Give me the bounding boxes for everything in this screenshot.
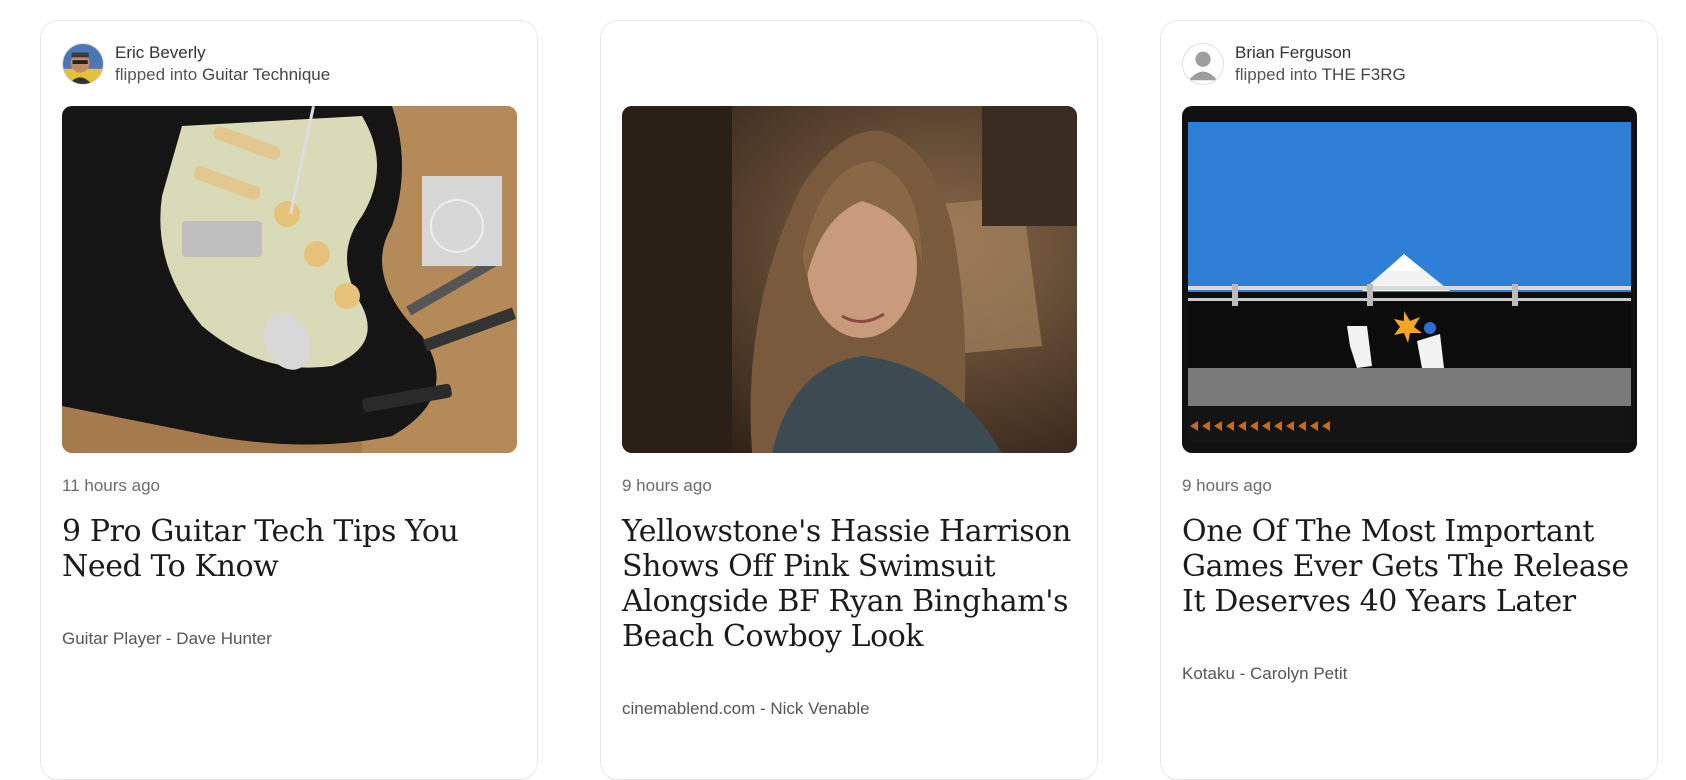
default-user-icon xyxy=(1183,44,1223,84)
user-name[interactable]: Eric Beverly xyxy=(115,42,330,64)
article-title[interactable]: Yellowstone's Hassie Harrison Shows Off … xyxy=(622,514,1077,654)
article-image[interactable] xyxy=(1182,106,1637,453)
article-source[interactable]: Guitar Player - Dave Hunter xyxy=(62,629,272,649)
flip-attribution[interactable]: Brian Ferguson flipped into THE F3RG xyxy=(1182,42,1406,86)
article-card[interactable]: Eric Beverly flipped into Guitar Techniq… xyxy=(40,20,538,780)
flipped-into-line: flipped into THE F3RG xyxy=(1235,64,1406,86)
article-source[interactable]: cinemablend.com - Nick Venable xyxy=(622,699,870,719)
article-image[interactable] xyxy=(62,106,517,453)
article-card[interactable]: 9 hours ago Yellowstone's Hassie Harriso… xyxy=(600,20,1098,780)
avatar[interactable] xyxy=(1182,43,1224,85)
avatar[interactable] xyxy=(62,43,104,85)
user-name[interactable]: Brian Ferguson xyxy=(1235,42,1406,64)
article-title[interactable]: 9 Pro Guitar Tech Tips You Need To Know xyxy=(62,514,517,584)
magazine-name[interactable]: Guitar Technique xyxy=(202,65,330,84)
user-avatar-icon xyxy=(63,44,103,84)
magazine-name[interactable]: THE F3RG xyxy=(1322,65,1406,84)
publish-time: 9 hours ago xyxy=(1182,476,1272,495)
portrait-photo-icon xyxy=(622,106,1077,453)
article-title[interactable]: One Of The Most Important Games Ever Get… xyxy=(1182,514,1637,619)
publish-time: 9 hours ago xyxy=(622,476,712,495)
flip-attribution[interactable]: Eric Beverly flipped into Guitar Techniq… xyxy=(62,42,330,86)
guitar-photo-icon xyxy=(62,106,517,453)
publish-time: 11 hours ago xyxy=(62,476,160,495)
article-card[interactable]: Brian Ferguson flipped into THE F3RG 9 h… xyxy=(1160,20,1658,780)
flipped-label: flipped into xyxy=(115,65,198,84)
retro-game-screenshot-icon xyxy=(1182,106,1637,453)
article-source[interactable]: Kotaku - Carolyn Petit xyxy=(1182,664,1347,684)
flipped-into-line: flipped into Guitar Technique xyxy=(115,64,330,86)
article-image[interactable] xyxy=(622,106,1077,453)
flipped-label: flipped into xyxy=(1235,65,1318,84)
